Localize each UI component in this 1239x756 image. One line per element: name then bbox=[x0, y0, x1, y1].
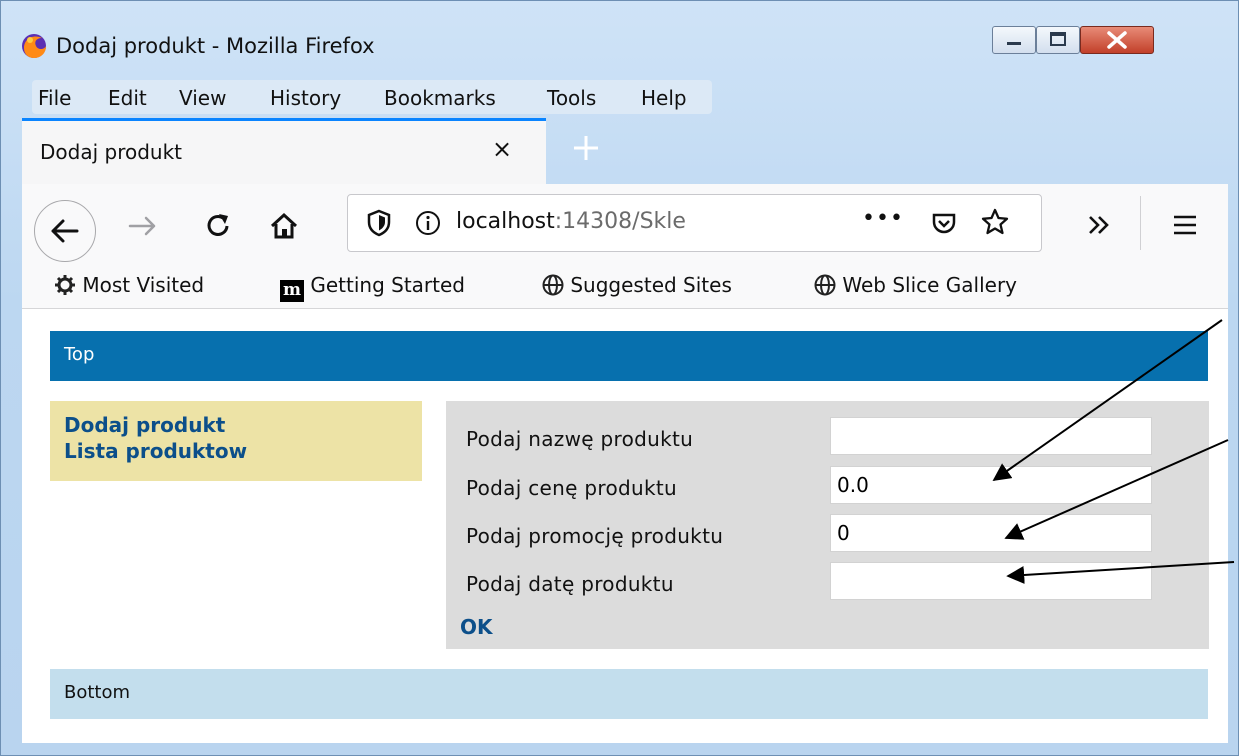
product-price-input[interactable] bbox=[830, 466, 1152, 504]
label-product-date: Podaj datę produktu bbox=[466, 572, 674, 596]
close-button[interactable] bbox=[1080, 26, 1154, 54]
home-icon[interactable] bbox=[268, 210, 300, 242]
link-lista-produktow[interactable]: Lista produktow bbox=[64, 439, 247, 463]
product-form: Podaj nazwę produktu Podaj cenę produktu… bbox=[446, 401, 1209, 649]
menu-file[interactable]: File bbox=[38, 86, 71, 110]
minimize-button[interactable] bbox=[992, 26, 1036, 54]
tab-close-icon[interactable]: × bbox=[492, 135, 512, 163]
url-fade bbox=[744, 197, 804, 247]
label-product-promotion: Podaj promocję produktu bbox=[466, 524, 724, 548]
globe-icon bbox=[814, 274, 836, 296]
url-host: localhost bbox=[456, 209, 555, 234]
ok-button[interactable]: OK bbox=[460, 615, 493, 639]
firefox-icon bbox=[22, 34, 46, 58]
sidebar-menu: Dodaj produkt Lista produktow bbox=[50, 401, 422, 481]
header-text: Top bbox=[64, 344, 95, 365]
bookmark-star-icon[interactable] bbox=[980, 207, 1010, 237]
menu-tools[interactable]: Tools bbox=[547, 86, 596, 110]
gear-icon bbox=[55, 275, 75, 295]
reload-icon[interactable] bbox=[202, 210, 234, 242]
minimize-icon bbox=[1007, 42, 1021, 45]
window-title: Dodaj produkt - Mozilla Firefox bbox=[56, 34, 375, 58]
title-bar: Dodaj produkt - Mozilla Firefox bbox=[0, 0, 1239, 75]
bookmark-getting-started[interactable]: m Getting Started bbox=[280, 273, 465, 302]
site-info-icon[interactable] bbox=[414, 209, 442, 237]
url-bar[interactable]: localhost:14308/Skle ••• bbox=[347, 194, 1042, 252]
label-product-name: Podaj nazwę produktu bbox=[466, 427, 694, 451]
toolbar-divider bbox=[1140, 196, 1141, 250]
menu-edit[interactable]: Edit bbox=[108, 86, 147, 110]
bookmark-label: Web Slice Gallery bbox=[842, 273, 1018, 297]
menu-bar: File Edit View History Bookmarks Tools H… bbox=[32, 80, 712, 114]
menu-history[interactable]: History bbox=[270, 86, 341, 110]
page-footer: Bottom bbox=[50, 669, 1208, 719]
bookmark-label: Most Visited bbox=[82, 273, 205, 297]
url-path: :14308/Skle bbox=[554, 209, 686, 234]
hamburger-menu-icon[interactable] bbox=[1170, 210, 1200, 240]
product-name-input[interactable] bbox=[830, 417, 1152, 455]
m-logo-icon: m bbox=[280, 280, 304, 302]
tab-dodaj-produkt[interactable]: Dodaj produkt × bbox=[22, 118, 546, 184]
menu-bookmarks[interactable]: Bookmarks bbox=[384, 86, 496, 110]
bookmark-label: Getting Started bbox=[310, 273, 465, 297]
link-dodaj-produkt[interactable]: Dodaj produkt bbox=[64, 413, 225, 437]
new-tab-icon[interactable] bbox=[566, 128, 606, 168]
back-arrow-icon bbox=[51, 219, 79, 243]
page-content: Top Dodaj produkt Lista produktow Podaj … bbox=[22, 309, 1228, 743]
globe-icon bbox=[542, 274, 564, 296]
back-button[interactable] bbox=[34, 200, 96, 262]
bookmark-most-visited[interactable]: Most Visited bbox=[54, 273, 204, 297]
overflow-chevron-icon[interactable] bbox=[1084, 210, 1114, 240]
navigation-toolbar: localhost:14308/Skle ••• bbox=[22, 184, 1228, 265]
page-header: Top bbox=[50, 331, 1208, 381]
label-product-price: Podaj cenę produktu bbox=[466, 476, 677, 500]
pocket-icon[interactable] bbox=[930, 209, 958, 237]
close-icon bbox=[1107, 31, 1127, 49]
url-text[interactable]: localhost:14308/Skle bbox=[456, 209, 686, 234]
menu-help[interactable]: Help bbox=[641, 86, 687, 110]
bookmark-label: Suggested Sites bbox=[570, 273, 732, 297]
maximize-icon bbox=[1050, 32, 1066, 46]
bookmarks-toolbar: Most Visited m Getting Started Suggested… bbox=[22, 264, 1228, 309]
bookmark-suggested-sites[interactable]: Suggested Sites bbox=[542, 273, 732, 297]
tab-title: Dodaj produkt bbox=[40, 140, 183, 164]
bookmark-web-slice-gallery[interactable]: Web Slice Gallery bbox=[814, 273, 1017, 297]
page-actions-icon[interactable]: ••• bbox=[862, 206, 904, 231]
tracking-shield-icon[interactable] bbox=[366, 209, 392, 237]
product-date-input[interactable] bbox=[830, 562, 1152, 600]
menu-view[interactable]: View bbox=[179, 86, 226, 110]
product-promotion-input[interactable] bbox=[830, 514, 1152, 552]
footer-text: Bottom bbox=[64, 682, 131, 703]
forward-arrow-icon[interactable] bbox=[126, 210, 158, 242]
maximize-button[interactable] bbox=[1036, 26, 1080, 54]
